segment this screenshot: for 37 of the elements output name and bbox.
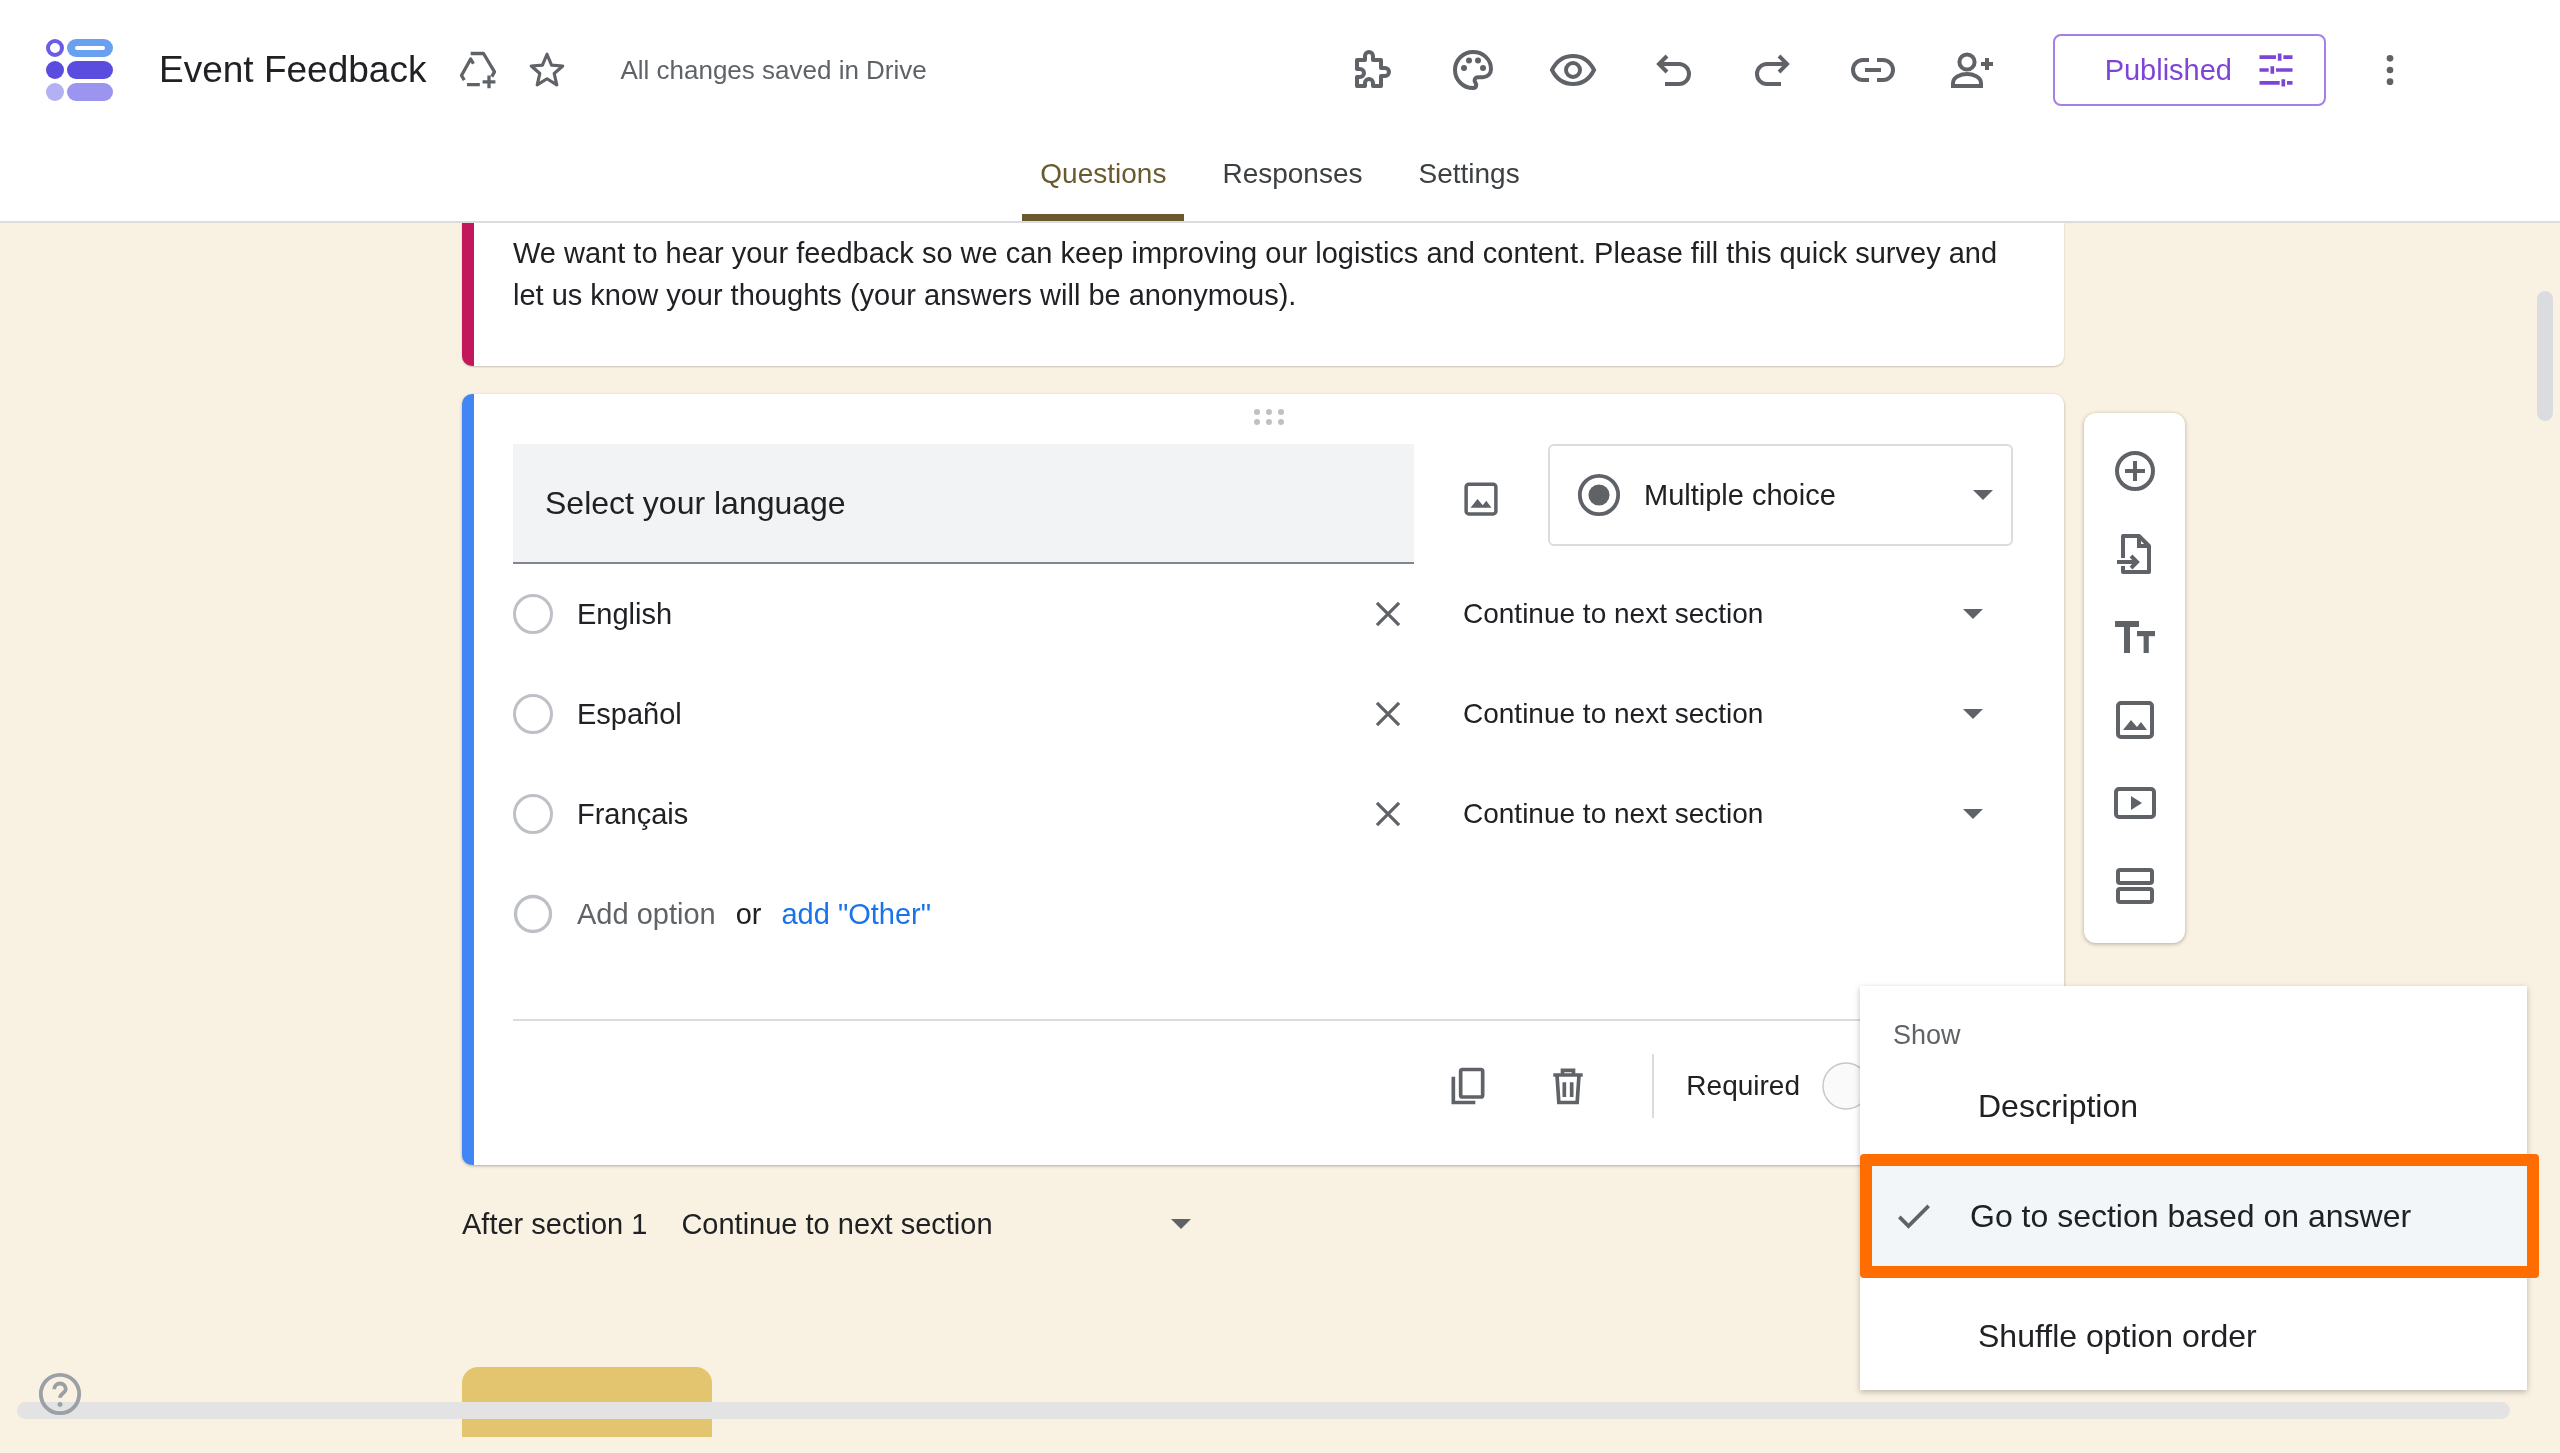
caret-icon [1963, 609, 1983, 619]
option-label[interactable]: Español [577, 697, 1353, 731]
section-dropdown[interactable]: Continue to next section [1463, 698, 1983, 730]
question-title-field[interactable]: Select your language [513, 444, 1414, 564]
form-description: We want to hear your feedback so we can keep improving our logistics and content. Please fill this quick survey and let us know your thoughts (your answers will be anonymous). [462, 223, 2064, 366]
menu-heading: Show [1892, 1018, 1962, 1052]
menu-item[interactable]: Shuffle option order [1860, 1294, 2527, 1378]
section-dropdown[interactable]: Continue to next section [1463, 798, 1983, 830]
radio-button[interactable] [513, 594, 553, 634]
or-label: or [735, 897, 762, 931]
circle-icon [513, 894, 553, 934]
option-label[interactable]: Français [577, 797, 1353, 831]
tab[interactable]: Responses [1204, 140, 1381, 203]
tab[interactable]: Settings [1400, 140, 1538, 203]
save-status: All changes saved in Drive [620, 54, 927, 86]
after-section-label: After section 1 [462, 1207, 648, 1241]
add-option-field[interactable]: Add option [577, 897, 716, 931]
caret-icon [1963, 709, 1983, 719]
caret-icon [1171, 1219, 1192, 1229]
option-label[interactable]: English [577, 597, 1353, 631]
caret-icon [1973, 490, 1993, 500]
radio-icon [1576, 472, 1622, 518]
menu-item[interactable]: Description [1860, 1064, 2527, 1148]
section-dropdown[interactable]: Continue to next section [1463, 598, 1983, 630]
form-title[interactable]: Event Feedback [159, 49, 427, 91]
radio-button[interactable] [513, 794, 553, 834]
caret-icon [1963, 809, 1983, 819]
app-logo [45, 38, 113, 102]
menu-item[interactable]: Go to section based on answer [1860, 1154, 2539, 1278]
required-label: Required [1686, 1070, 1800, 1102]
radio-button[interactable] [513, 694, 553, 734]
question-type-dropdown[interactable]: Multiple choice [1548, 444, 2013, 546]
add-other-link[interactable]: add "Other" [781, 897, 932, 931]
scrollbar[interactable] [17, 1402, 2510, 1419]
published-button[interactable]: Published [2052, 34, 2326, 106]
section-dropdown[interactable]: Continue to next section [681, 1207, 1192, 1241]
scrollbar[interactable] [2537, 291, 2553, 421]
